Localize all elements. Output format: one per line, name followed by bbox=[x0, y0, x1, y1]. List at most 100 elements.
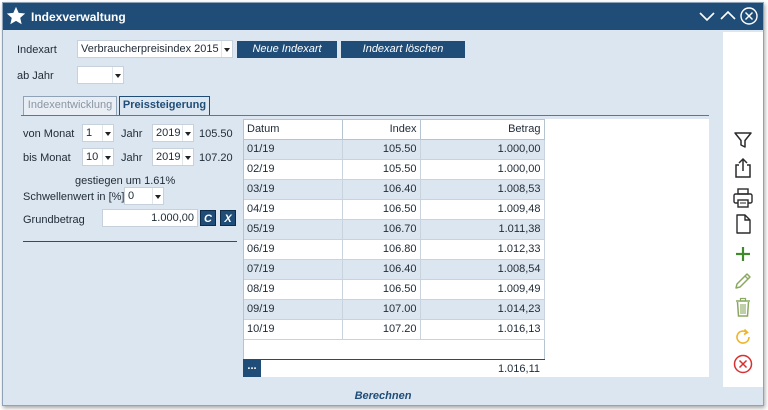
table-footer: ... 1.016,11 bbox=[243, 359, 545, 377]
von-index-value: 105.50 bbox=[199, 128, 233, 140]
cell-datum: 01/19 bbox=[244, 139, 343, 160]
clear-c-button[interactable]: C bbox=[200, 210, 216, 226]
cell-betrag: 1.008,53 bbox=[420, 179, 545, 200]
cell-betrag: 1.000,00 bbox=[420, 139, 545, 160]
table-header: Datum Index Betrag bbox=[244, 120, 545, 140]
chevron-down-icon[interactable] bbox=[152, 188, 163, 204]
chevron-down-icon[interactable] bbox=[112, 67, 123, 83]
print-icon[interactable] bbox=[732, 187, 754, 209]
schwellenwert-label: Schwellenwert in [%] bbox=[23, 191, 125, 203]
cell-betrag: 1.011,38 bbox=[420, 219, 545, 240]
index-window: Indexverwaltung Indexart Verbraucherprei… bbox=[2, 2, 764, 406]
table-row[interactable]: 05/19 106.70 1.011,38 bbox=[244, 219, 545, 240]
title-bar: Indexverwaltung bbox=[3, 3, 763, 30]
abjahr-select[interactable] bbox=[77, 66, 124, 84]
abjahr-label: ab Jahr bbox=[17, 70, 54, 82]
cell-index: 105.50 bbox=[342, 139, 421, 160]
share-icon[interactable] bbox=[732, 157, 754, 179]
bis-monat-value: 10 bbox=[86, 151, 99, 163]
pencil-icon[interactable] bbox=[732, 270, 754, 292]
cell-index: 107.00 bbox=[342, 299, 421, 320]
cell-datum: 06/19 bbox=[244, 239, 343, 260]
table-row[interactable]: 04/19 106.50 1.009,48 bbox=[244, 199, 545, 220]
column-header-betrag[interactable]: Betrag bbox=[420, 120, 545, 140]
von-jahr-value: 2019 bbox=[156, 127, 181, 139]
column-header-index[interactable]: Index bbox=[342, 120, 421, 140]
cell-betrag: 1.014,23 bbox=[420, 299, 545, 320]
von-jahr-label: Jahr bbox=[121, 128, 143, 140]
close-icon[interactable] bbox=[739, 6, 759, 26]
indexart-value: Verbraucherpreisindex 2015 bbox=[81, 43, 219, 55]
filter-icon[interactable] bbox=[732, 129, 754, 151]
chevron-down-icon[interactable] bbox=[221, 41, 232, 57]
cancel-icon[interactable] bbox=[732, 353, 754, 375]
grid-empty-area bbox=[545, 119, 709, 377]
cell-index: 106.70 bbox=[342, 219, 421, 240]
von-monat-value: 1 bbox=[86, 127, 93, 139]
table-row[interactable]: 01/19 105.50 1.000,00 bbox=[244, 139, 545, 160]
schwellenwert-value: 0 bbox=[128, 190, 135, 202]
new-document-icon[interactable] bbox=[732, 213, 754, 235]
cell-betrag: 1.012,33 bbox=[420, 239, 545, 260]
expand-icon[interactable] bbox=[718, 6, 738, 26]
cell-index: 106.40 bbox=[342, 179, 421, 200]
tab-indexentwicklung[interactable]: Indexentwicklung bbox=[23, 96, 117, 115]
gestiegen-text: gestiegen um 1.61% bbox=[75, 175, 176, 187]
chevron-down-icon[interactable] bbox=[102, 125, 113, 141]
collapse-icon[interactable] bbox=[697, 6, 717, 26]
cell-datum: 04/19 bbox=[244, 199, 343, 220]
table-row[interactable]: 06/19 106.80 1.012,33 bbox=[244, 239, 545, 260]
delete-indexart-button[interactable]: Indexart löschen bbox=[341, 41, 465, 58]
table-row[interactable]: 09/19 107.00 1.014,23 bbox=[244, 299, 545, 320]
grundbetrag-input[interactable]: 1.000,00 bbox=[102, 209, 198, 227]
cell-datum: 02/19 bbox=[244, 159, 343, 180]
cell-datum: 09/19 bbox=[244, 299, 343, 320]
cell-betrag: 1.009,48 bbox=[420, 199, 545, 220]
refresh-icon[interactable] bbox=[732, 326, 754, 348]
bis-monat-label: bis Monat bbox=[23, 152, 71, 164]
tab-preissteigerung[interactable]: Preissteigerung bbox=[119, 96, 210, 115]
von-jahr-select[interactable]: 2019 bbox=[152, 124, 194, 142]
bis-jahr-select[interactable]: 2019 bbox=[152, 148, 194, 166]
cell-index: 106.50 bbox=[342, 199, 421, 220]
bis-index-value: 107.20 bbox=[199, 152, 233, 164]
chevron-down-icon[interactable] bbox=[102, 149, 113, 165]
grundbetrag-label: Grundbetrag bbox=[23, 214, 85, 226]
form-divider bbox=[23, 241, 237, 242]
cell-betrag: 1.009,49 bbox=[420, 279, 545, 300]
table-row[interactable]: 07/19 106.40 1.008,54 bbox=[244, 259, 545, 280]
plus-icon[interactable] bbox=[732, 243, 754, 265]
star-icon bbox=[5, 5, 27, 27]
indexart-select[interactable]: Verbraucherpreisindex 2015 bbox=[77, 40, 233, 58]
bis-monat-select[interactable]: 10 bbox=[82, 148, 114, 166]
chevron-down-icon[interactable] bbox=[182, 125, 193, 141]
index-table: Datum Index Betrag 01/19 105.50 1.000,00… bbox=[243, 119, 545, 377]
footer-total: 1.016,11 bbox=[497, 363, 540, 375]
von-monat-select[interactable]: 1 bbox=[82, 124, 114, 142]
cell-index: 105.50 bbox=[342, 159, 421, 180]
berechnen-button[interactable]: Berechnen bbox=[3, 387, 763, 405]
cancel-x-button[interactable]: X bbox=[220, 210, 236, 226]
cell-betrag: 1.000,00 bbox=[420, 159, 545, 180]
cell-datum: 08/19 bbox=[244, 279, 343, 300]
table-row[interactable]: 08/19 106.50 1.009,49 bbox=[244, 279, 545, 300]
chevron-down-icon[interactable] bbox=[182, 149, 193, 165]
cell-index: 106.50 bbox=[342, 279, 421, 300]
new-indexart-button[interactable]: Neue Indexart bbox=[237, 41, 337, 58]
window-title: Indexverwaltung bbox=[31, 10, 126, 24]
action-toolbar bbox=[723, 32, 763, 387]
more-button[interactable]: ... bbox=[243, 360, 261, 377]
table-row[interactable]: 03/19 106.40 1.008,53 bbox=[244, 179, 545, 200]
column-header-datum[interactable]: Datum bbox=[244, 120, 343, 140]
table-row[interactable]: 02/19 105.50 1.000,00 bbox=[244, 159, 545, 180]
cell-datum: 07/19 bbox=[244, 259, 343, 280]
cell-index: 106.40 bbox=[342, 259, 421, 280]
trash-icon[interactable] bbox=[732, 296, 754, 318]
table-row[interactable]: 10/19 107.20 1.016,13 bbox=[244, 319, 545, 340]
cell-datum: 10/19 bbox=[244, 319, 343, 340]
cell-datum: 03/19 bbox=[244, 179, 343, 200]
bis-jahr-label: Jahr bbox=[121, 152, 143, 164]
tab-divider bbox=[21, 115, 709, 116]
schwellenwert-select[interactable]: 0 bbox=[124, 187, 164, 205]
cell-betrag: 1.008,54 bbox=[420, 259, 545, 280]
